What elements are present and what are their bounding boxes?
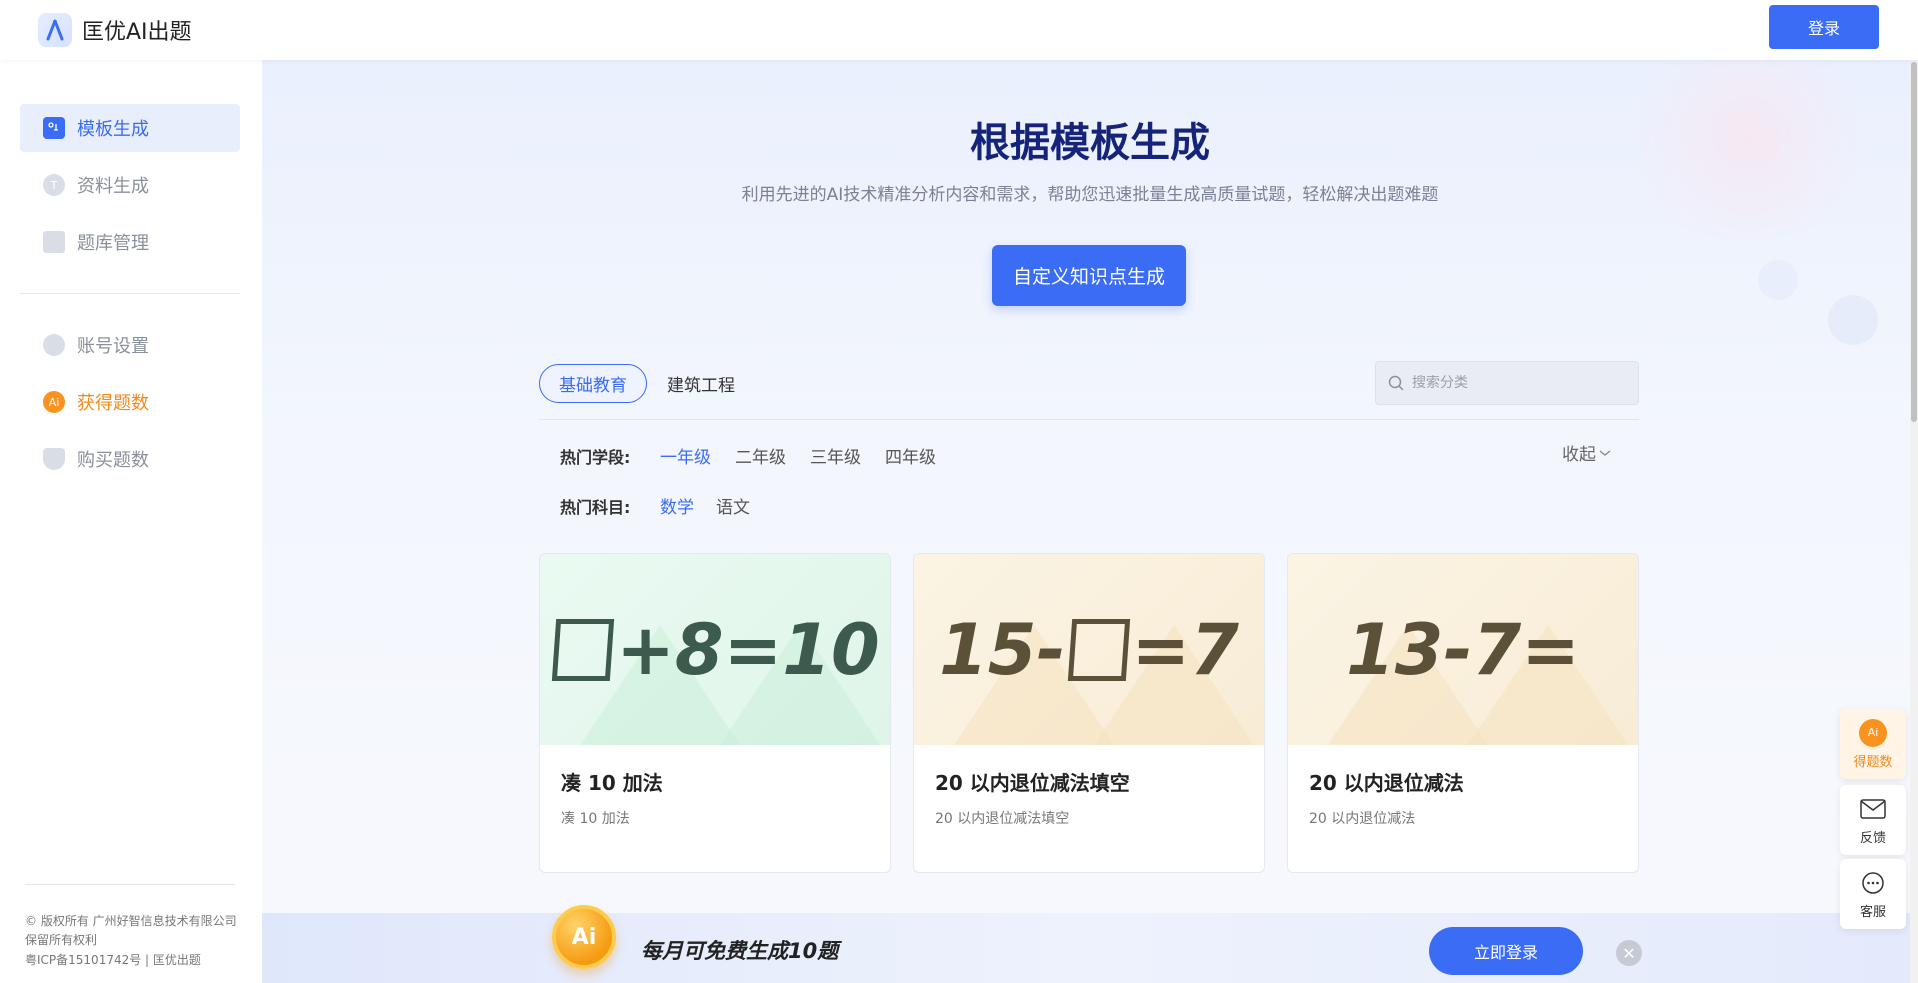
copyright-text: © 版权所有 广州好智信息技术有限公司 xyxy=(25,914,237,928)
subject-option[interactable]: 语文 xyxy=(716,493,750,518)
question-bank-icon xyxy=(43,231,65,253)
close-icon[interactable]: ✕ xyxy=(1616,940,1642,966)
subject-option[interactable]: 数学 xyxy=(660,493,694,518)
float-service-widget[interactable]: 客服 xyxy=(1840,859,1906,929)
subject-filter-label: 热门科目: xyxy=(560,498,631,517)
main-content: 根据模板生成 利用先进的AI技术精准分析内容和需求，帮助您迅速批量生成高质量试题… xyxy=(262,60,1918,983)
sidebar-item-label: 题库管理 xyxy=(77,233,149,254)
grade-option[interactable]: 三年级 xyxy=(810,443,861,468)
card-title: 20 以内退位减法填空 xyxy=(935,771,1130,795)
ai-coin-icon: Ai xyxy=(43,391,65,413)
footer-divider xyxy=(25,884,235,885)
rights-text: 保留所有权利 xyxy=(25,933,98,947)
page-title: 根据模板生成 xyxy=(970,120,1210,166)
decoration xyxy=(1758,260,1798,300)
tabs-divider xyxy=(539,419,1639,420)
custom-knowledge-button[interactable]: 自定义知识点生成 xyxy=(992,245,1186,306)
sidebar: 模板生成 T 资料生成 题库管理 账号设置 Ai 获得题数 购买题数 © 版权所… xyxy=(0,60,262,983)
tab-construction[interactable]: 建筑工程 xyxy=(667,364,735,403)
sidebar-item-label: 账号设置 xyxy=(77,336,149,357)
sidebar-item-label: 资料生成 xyxy=(77,176,149,197)
sidebar-item-template[interactable]: 模板生成 xyxy=(20,104,240,152)
float-service-label: 客服 xyxy=(1859,904,1886,920)
card-equation: 15- =7 xyxy=(939,608,1239,691)
card-preview: +8=10 xyxy=(540,554,890,745)
mail-icon xyxy=(1859,795,1887,823)
sidebar-item-label: 购买题数 xyxy=(77,450,149,471)
card-title: 20 以内退位减法 xyxy=(1309,771,1464,795)
collapse-label: 收起 xyxy=(1562,445,1596,465)
chevron-up-icon xyxy=(1599,449,1611,456)
icp-text: 粤ICP备15101742号 | 匡优出题 xyxy=(25,953,201,967)
ai-coin-icon: Ai xyxy=(1859,718,1887,747)
tab-basic-education[interactable]: 基础教育 xyxy=(539,364,647,403)
search-box[interactable] xyxy=(1375,361,1639,405)
logo-icon xyxy=(38,13,72,47)
card-preview: 13-7= xyxy=(1288,554,1638,745)
sidebar-item-label: 获得题数 xyxy=(77,393,149,414)
diamond-icon xyxy=(43,448,65,470)
sidebar-item-earn-points[interactable]: Ai 获得题数 xyxy=(20,378,240,426)
card-equation: 13-7= xyxy=(1346,608,1580,691)
brand-logo[interactable]: 匡优AI出题 xyxy=(38,13,192,47)
blank-box xyxy=(1067,618,1130,681)
float-feedback-widget[interactable]: 反馈 xyxy=(1840,785,1906,855)
decoration xyxy=(1828,295,1878,345)
promo-login-button[interactable]: 立即登录 xyxy=(1429,927,1583,975)
page-subtitle: 利用先进的AI技术精准分析内容和需求，帮助您迅速批量生成高质量试题，轻松解决出题… xyxy=(741,185,1439,205)
sidebar-divider xyxy=(20,293,240,294)
login-button[interactable]: 登录 xyxy=(1769,5,1879,49)
grade-filter-label: 热门学段: xyxy=(560,448,631,467)
card-equation: +8=10 xyxy=(550,609,880,691)
template-card[interactable]: 15- =7 20 以内退位减法填空 20 以内退位减法填空 xyxy=(913,553,1265,873)
sidebar-item-material[interactable]: T 资料生成 xyxy=(20,161,240,209)
template-icon xyxy=(43,117,65,139)
card-desc: 凑 10 加法 xyxy=(561,811,630,827)
template-card[interactable]: 13-7= 20 以内退位减法 20 以内退位减法 xyxy=(1287,553,1639,873)
blank-box xyxy=(552,618,615,681)
sidebar-item-question-bank[interactable]: 题库管理 xyxy=(20,218,240,266)
search-input[interactable] xyxy=(1412,375,1612,391)
sidebar-item-buy-points[interactable]: 购买题数 xyxy=(20,435,240,483)
card-desc: 20 以内退位减法 xyxy=(1309,811,1416,827)
template-card[interactable]: +8=10 凑 10 加法 凑 10 加法 xyxy=(539,553,891,873)
card-preview: 15- =7 xyxy=(914,554,1264,745)
search-icon xyxy=(1388,375,1404,391)
promo-banner: Ai 每月可免费生成10题 立即登录 ✕ xyxy=(262,905,1918,983)
sidebar-item-account[interactable]: 账号设置 xyxy=(20,321,240,369)
card-title: 凑 10 加法 xyxy=(561,771,663,795)
sidebar-item-label: 模板生成 xyxy=(77,119,149,140)
account-icon xyxy=(43,334,65,356)
scrollbar-thumb[interactable] xyxy=(1911,62,1917,422)
grade-option[interactable]: 四年级 xyxy=(885,443,936,468)
brand-name: 匡优AI出题 xyxy=(82,20,192,45)
promo-text: 每月可免费生成10题 xyxy=(641,939,839,963)
float-points-widget[interactable]: Ai 得题数 xyxy=(1840,709,1906,779)
float-points-label: 得题数 xyxy=(1853,754,1893,770)
ai-coin-icon: Ai xyxy=(552,905,616,969)
grade-option[interactable]: 二年级 xyxy=(735,443,786,468)
grade-option[interactable]: 一年级 xyxy=(660,443,711,468)
material-icon: T xyxy=(43,174,65,196)
top-header: 匡优AI出题 登录 xyxy=(0,0,1918,60)
card-desc: 20 以内退位减法填空 xyxy=(935,811,1070,827)
collapse-toggle[interactable]: 收起 xyxy=(1562,440,1612,465)
float-feedback-label: 反馈 xyxy=(1859,830,1886,846)
chat-icon xyxy=(1859,869,1887,897)
